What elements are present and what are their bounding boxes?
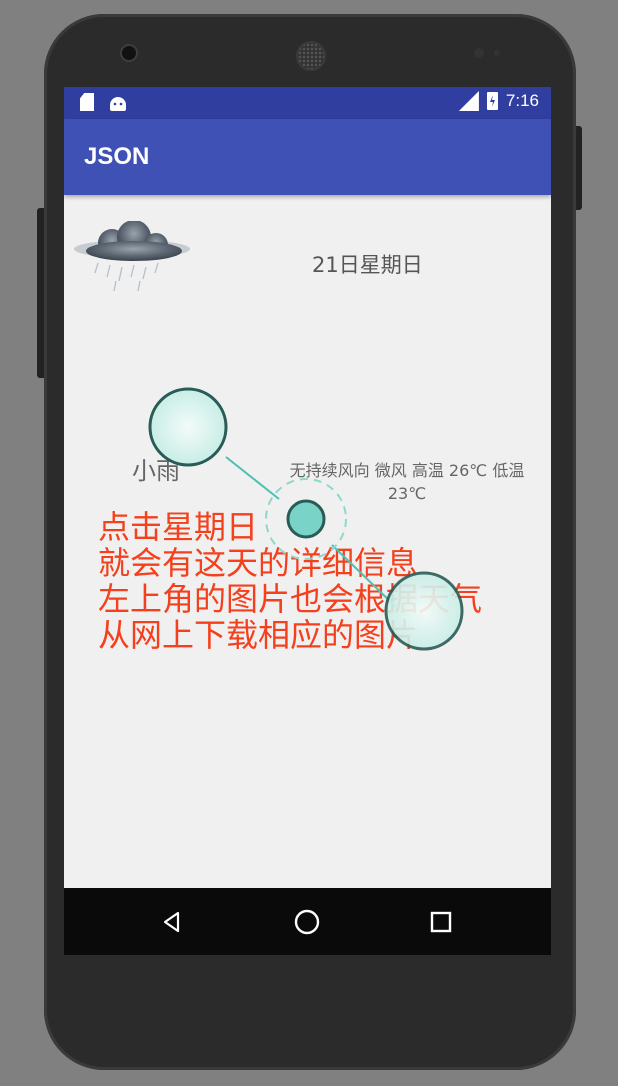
front-camera — [122, 46, 136, 60]
recents-icon — [430, 911, 452, 933]
back-button[interactable] — [152, 902, 192, 942]
light-sensor — [494, 50, 500, 56]
navigation-bar — [64, 888, 551, 955]
touch-gesture-overlay — [148, 387, 464, 651]
touch-trail — [225, 456, 280, 500]
touch-trail — [331, 544, 397, 608]
power-button — [576, 126, 582, 210]
back-icon — [163, 911, 180, 933]
home-button[interactable] — [287, 902, 327, 942]
touch-point — [286, 499, 326, 539]
proximity-sensor — [474, 48, 484, 58]
home-icon — [294, 909, 320, 935]
volume-button — [37, 208, 44, 378]
device-screen: LTE 7:16 JSON 21日星期日 小雨 无持续风向 微风 高温 26℃ … — [64, 87, 551, 955]
recents-button[interactable] — [421, 902, 461, 942]
touch-end-circle — [384, 571, 464, 651]
touch-start-circle — [148, 387, 228, 467]
earpiece-speaker — [296, 41, 326, 71]
